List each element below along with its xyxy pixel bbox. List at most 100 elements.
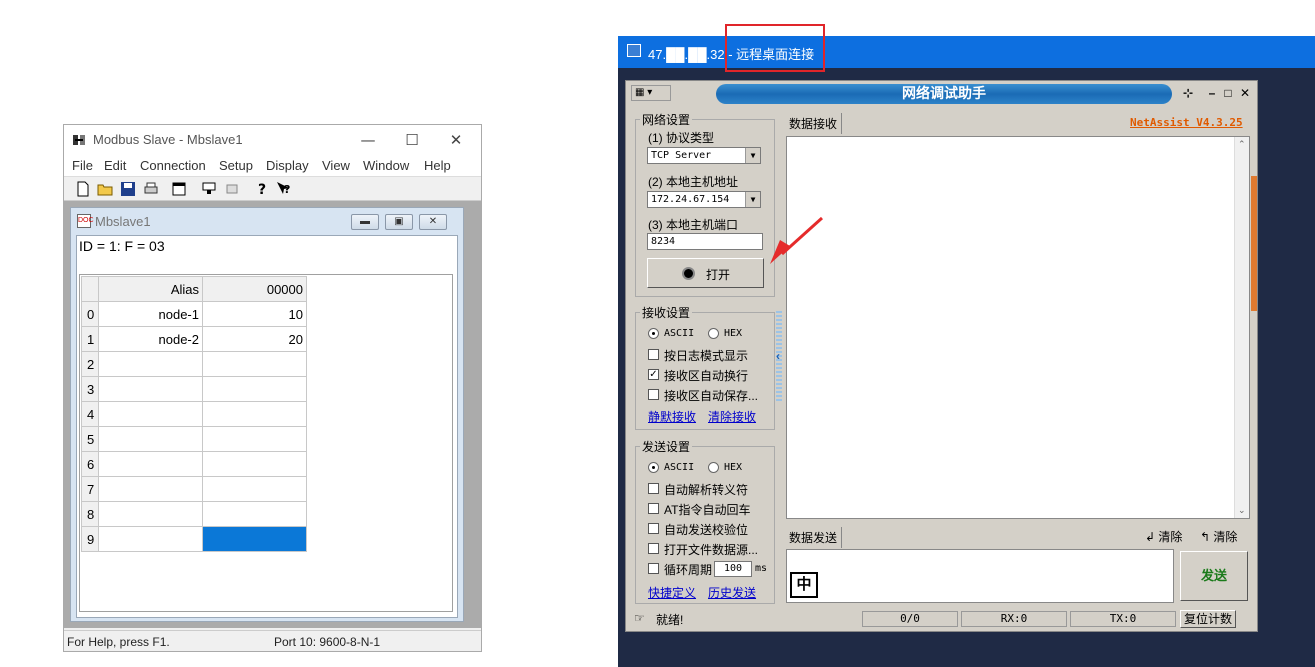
row-header[interactable]: 3 bbox=[81, 376, 99, 402]
disconnect-icon[interactable] bbox=[223, 180, 241, 198]
value-cell[interactable] bbox=[202, 426, 307, 452]
menu-setup[interactable]: Setup bbox=[219, 158, 253, 173]
value-cell[interactable] bbox=[202, 351, 307, 377]
file-source-checkbox[interactable] bbox=[648, 543, 659, 554]
cycle-checkbox[interactable] bbox=[648, 563, 659, 574]
pin-icon[interactable]: ⊹ bbox=[1180, 85, 1196, 101]
selected-value-cell[interactable] bbox=[202, 526, 307, 552]
help-icon[interactable]: ? bbox=[253, 180, 271, 198]
row-header[interactable]: 2 bbox=[81, 351, 99, 377]
send-ascii-radio[interactable] bbox=[648, 462, 659, 473]
recv-hex-radio[interactable] bbox=[708, 328, 719, 339]
close-button[interactable]: ✕ bbox=[1237, 85, 1253, 101]
remote-desktop-title-bar[interactable]: 47.██.██.32 - 远程桌面连接 bbox=[618, 36, 1315, 68]
column-header-alias[interactable]: Alias bbox=[98, 276, 203, 302]
menu-help[interactable]: Help bbox=[424, 158, 451, 173]
receive-scrollbar[interactable]: ⌃ ⌄ bbox=[1234, 137, 1249, 518]
alias-cell[interactable] bbox=[98, 501, 203, 527]
alias-cell[interactable] bbox=[98, 476, 203, 502]
connect-icon[interactable] bbox=[200, 180, 218, 198]
value-cell[interactable] bbox=[202, 476, 307, 502]
host-label: (2) 本地主机地址 bbox=[648, 175, 739, 189]
send-text-area[interactable]: 中 bbox=[786, 549, 1174, 603]
child-restore-button[interactable]: ▣ bbox=[385, 214, 413, 230]
title-bar[interactable]: Modbus Slave - Mbslave1 — ☐ ✕ bbox=[64, 125, 481, 155]
open-folder-icon[interactable] bbox=[96, 180, 114, 198]
host-address-select[interactable]: 172.24.67.154 ▼ bbox=[647, 191, 761, 208]
collapse-arrow-icon[interactable]: ‹ bbox=[776, 349, 780, 363]
value-cell[interactable]: 20 bbox=[202, 326, 307, 352]
child-close-button[interactable]: ✕ bbox=[419, 214, 447, 230]
clear-button-2[interactable]: ↰ 清除 bbox=[1200, 528, 1237, 545]
port-input[interactable]: 8234 bbox=[647, 233, 763, 250]
alias-cell[interactable] bbox=[98, 526, 203, 552]
auto-wrap-checkbox[interactable]: ✓ bbox=[648, 369, 659, 380]
reset-counter-button[interactable]: 复位计数 bbox=[1180, 610, 1236, 628]
netassist-top-bar[interactable]: ▦ ▾ 网络调试助手 ⊹ – □ ✕ bbox=[626, 81, 1257, 107]
scroll-down-icon[interactable]: ⌄ bbox=[1238, 505, 1246, 516]
alias-cell[interactable]: node-1 bbox=[98, 301, 203, 327]
log-mode-checkbox[interactable] bbox=[648, 349, 659, 360]
checksum-checkbox[interactable] bbox=[648, 523, 659, 534]
value-cell[interactable] bbox=[202, 451, 307, 477]
quick-define-link[interactable]: 快捷定义 bbox=[648, 584, 696, 601]
tab-data-send[interactable]: 数据发送 bbox=[785, 527, 843, 548]
recv-ascii-radio[interactable] bbox=[648, 328, 659, 339]
menu-edit[interactable]: Edit bbox=[104, 158, 126, 173]
open-button[interactable]: 打开 bbox=[647, 258, 764, 288]
menu-connection[interactable]: Connection bbox=[140, 158, 206, 173]
receive-text-area[interactable]: ⌃ ⌄ bbox=[786, 136, 1250, 519]
system-menu-icon[interactable]: ▦ ▾ bbox=[631, 85, 671, 101]
maximize-button[interactable]: □ bbox=[1220, 85, 1236, 101]
alias-cell[interactable] bbox=[98, 451, 203, 477]
save-icon[interactable] bbox=[119, 180, 137, 198]
clear-receive-link[interactable]: 清除接收 bbox=[708, 408, 756, 425]
row-header[interactable]: 9 bbox=[81, 526, 99, 552]
clear-button-1[interactable]: ↲ 清除 bbox=[1145, 528, 1182, 545]
alias-cell[interactable] bbox=[98, 426, 203, 452]
close-button[interactable]: ✕ bbox=[434, 127, 478, 153]
escape-parse-checkbox[interactable] bbox=[648, 483, 659, 494]
tab-data-receive[interactable]: 数据接收 bbox=[785, 113, 843, 134]
at-enter-checkbox[interactable] bbox=[648, 503, 659, 514]
menu-file[interactable]: File bbox=[72, 158, 93, 173]
column-header-address[interactable]: 00000 bbox=[202, 276, 307, 302]
send-history-link[interactable]: 历史发送 bbox=[708, 584, 756, 601]
row-header[interactable]: 5 bbox=[81, 426, 99, 452]
scroll-up-icon[interactable]: ⌃ bbox=[1238, 139, 1246, 150]
row-header[interactable]: 0 bbox=[81, 301, 99, 327]
version-link[interactable]: NetAssist V4.3.25 bbox=[1130, 116, 1243, 129]
maximize-button[interactable]: ☐ bbox=[390, 127, 434, 153]
value-cell[interactable] bbox=[202, 376, 307, 402]
minimize-button[interactable]: — bbox=[346, 127, 390, 153]
cycle-period-input[interactable]: 100 bbox=[714, 561, 752, 577]
alias-cell[interactable] bbox=[98, 376, 203, 402]
row-header[interactable]: 6 bbox=[81, 451, 99, 477]
silent-receive-link[interactable]: 静默接收 bbox=[648, 408, 696, 425]
menu-view[interactable]: View bbox=[322, 158, 350, 173]
print-icon[interactable] bbox=[142, 180, 160, 198]
value-cell[interactable] bbox=[202, 501, 307, 527]
send-hex-radio[interactable] bbox=[708, 462, 719, 473]
minimize-button[interactable]: – bbox=[1204, 85, 1220, 101]
value-cell[interactable]: 10 bbox=[202, 301, 307, 327]
menu-display[interactable]: Display bbox=[266, 158, 309, 173]
alias-cell[interactable] bbox=[98, 401, 203, 427]
new-file-icon[interactable] bbox=[74, 180, 92, 198]
row-header[interactable]: 4 bbox=[81, 401, 99, 427]
child-minimize-button[interactable]: ▬ bbox=[351, 214, 379, 230]
row-header[interactable]: 8 bbox=[81, 501, 99, 527]
alias-cell[interactable] bbox=[98, 351, 203, 377]
row-header[interactable]: 1 bbox=[81, 326, 99, 352]
auto-save-checkbox[interactable] bbox=[648, 389, 659, 400]
alias-cell[interactable]: node-2 bbox=[98, 326, 203, 352]
send-button[interactable]: 发送 bbox=[1180, 551, 1248, 601]
child-window-mbslave1[interactable]: DOC Mbslave1 ▬ ▣ ✕ ID = 1: F = 03 Alias … bbox=[70, 207, 464, 622]
menu-window[interactable]: Window bbox=[363, 158, 409, 173]
window-icon[interactable] bbox=[170, 180, 188, 198]
value-cell[interactable] bbox=[202, 401, 307, 427]
row-header[interactable]: 7 bbox=[81, 476, 99, 502]
recv-hex-label: HEX bbox=[724, 328, 743, 339]
protocol-select[interactable]: TCP Server ▼ bbox=[647, 147, 761, 164]
context-help-icon[interactable]: ? bbox=[275, 180, 293, 198]
